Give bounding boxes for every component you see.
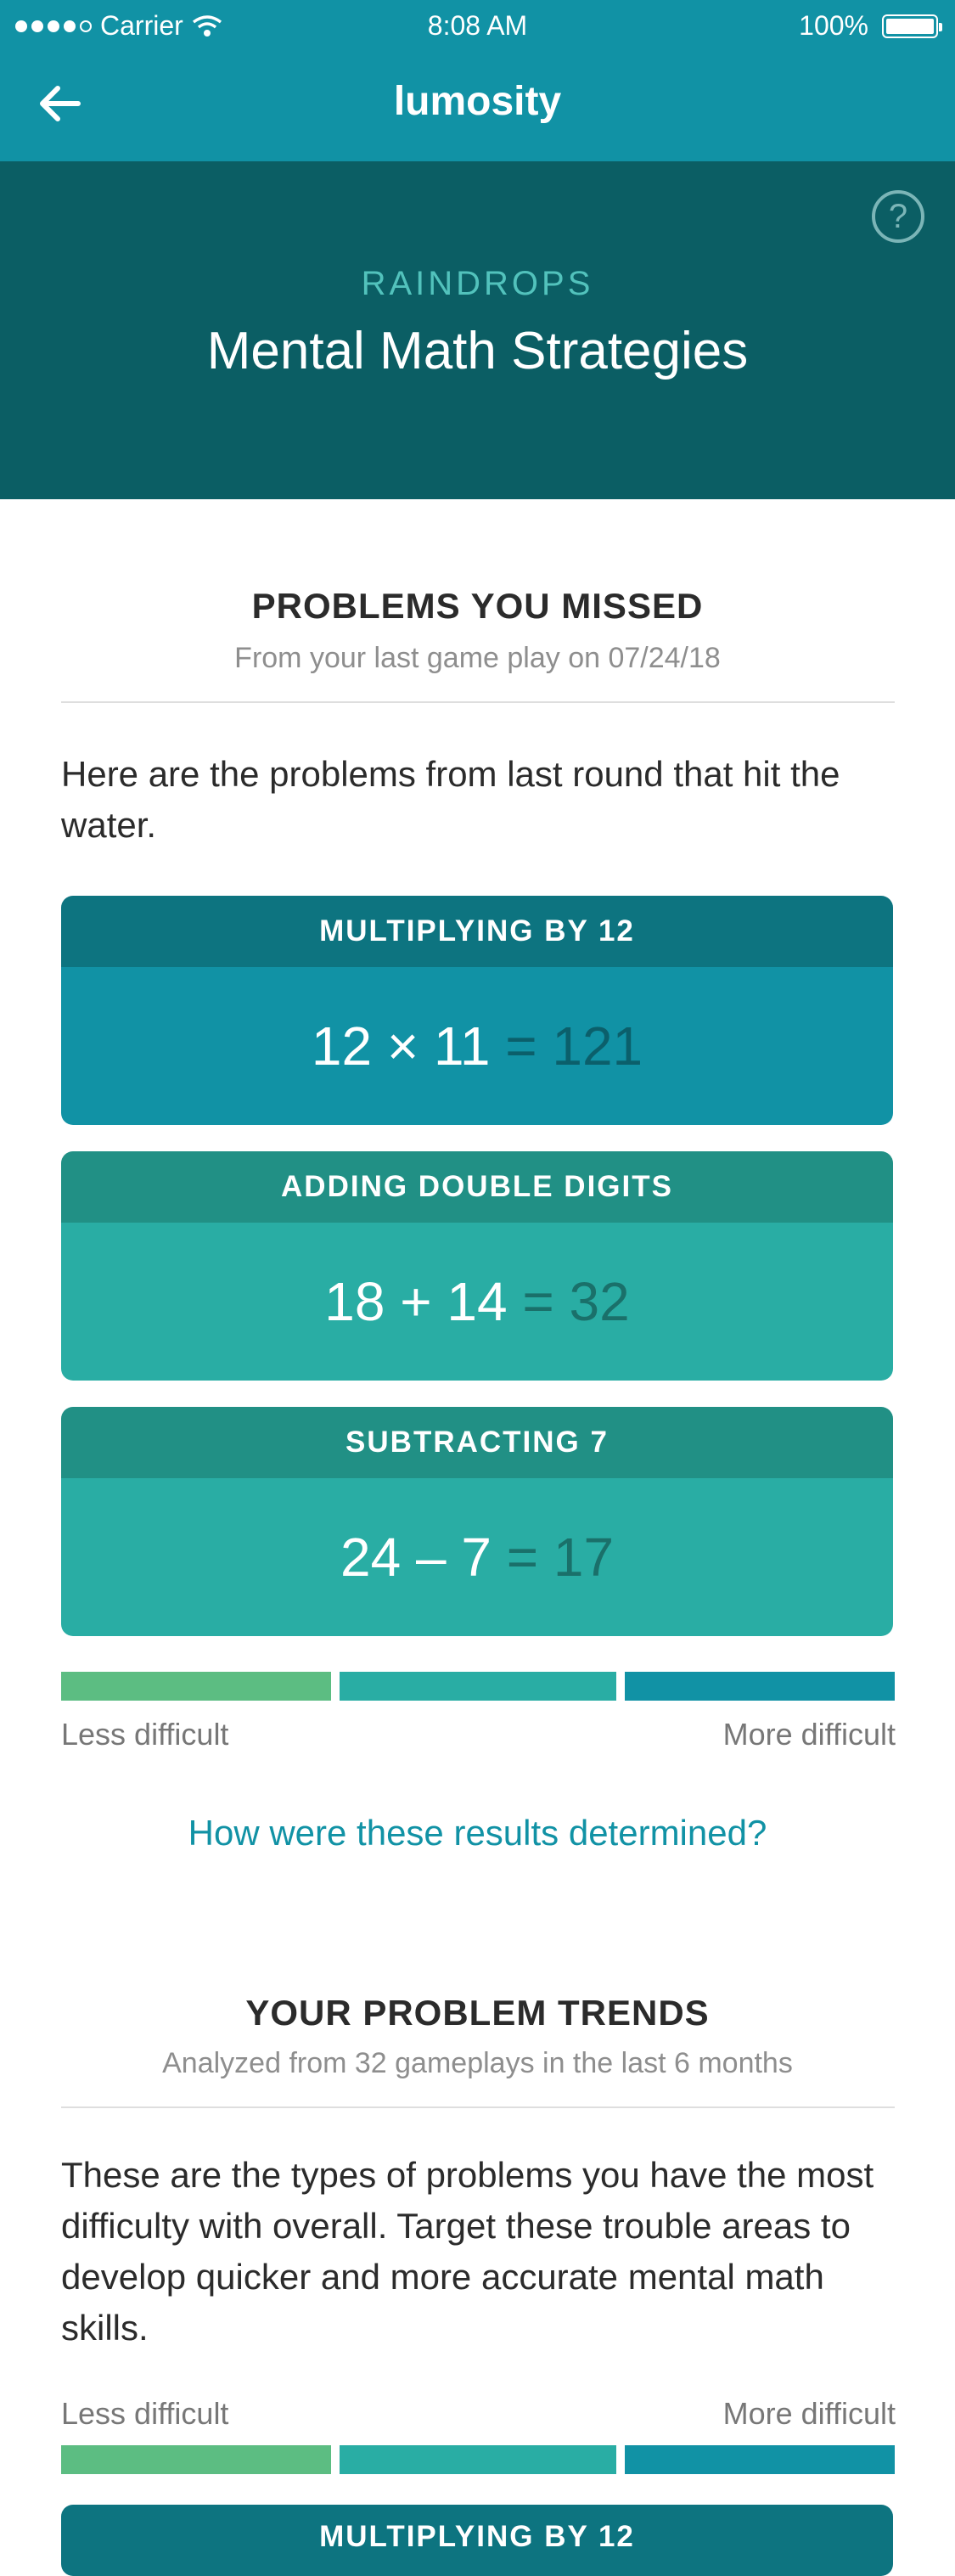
problem-answer: 17	[553, 1527, 615, 1588]
trends-section-subtitle: Analyzed from 32 gameplays in the last 6…	[162, 2047, 793, 2079]
more-difficult-label: More difficult	[722, 1717, 896, 1752]
trend-category: MULTIPLYING BY 12	[61, 2505, 893, 2576]
missed-description: Here are the problems from last round th…	[61, 754, 840, 845]
top-bar: Carrier 8:08 AM 100% lumosity	[0, 0, 955, 161]
difficulty-bar-more	[625, 2445, 895, 2474]
section-divider	[61, 701, 895, 703]
problem-category: MULTIPLYING BY 12	[61, 896, 893, 967]
help-icon[interactable]: ?	[872, 190, 924, 243]
problem-category: ADDING DOUBLE DIGITS	[61, 1151, 893, 1223]
difficulty-scale	[61, 1672, 895, 1701]
trend-card: MULTIPLYING BY 12	[61, 2505, 893, 2576]
game-header: ? RAINDROPS Mental Math Strategies	[0, 161, 955, 499]
less-difficult-label: Less difficult	[61, 2396, 229, 2431]
battery-label: 100%	[799, 10, 868, 41]
problem-equation: 18 + 14 = 32	[61, 1223, 893, 1381]
problem-answer: 32	[569, 1271, 630, 1332]
less-difficult-label: Less difficult	[61, 1717, 229, 1752]
trends-section-title: YOUR PROBLEM TRENDS	[245, 1993, 710, 2033]
problem-card: SUBTRACTING 7 24 – 7 = 17	[61, 1407, 893, 1636]
problem-expression: 24 – 7	[340, 1527, 492, 1588]
problem-expression: 18 + 14	[324, 1271, 508, 1332]
more-difficult-label: More difficult	[722, 2396, 896, 2431]
problem-equation: 24 – 7 = 17	[61, 1478, 893, 1636]
difficulty-bar-medium	[340, 2445, 616, 2474]
difficulty-bar-more	[625, 1672, 895, 1701]
page-title: Mental Math Strategies	[206, 322, 749, 380]
status-bar: Carrier 8:08 AM 100%	[0, 0, 955, 54]
app-logo-title: lumosity	[393, 79, 562, 124]
difficulty-bar-less	[61, 2445, 331, 2474]
difficulty-bar-medium	[340, 1672, 616, 1701]
results-explanation-link[interactable]: How were these results determined?	[0, 1813, 955, 1853]
battery-icon	[882, 14, 942, 38]
problem-answer: 121	[552, 1015, 643, 1077]
trends-description: These are the types of problems you have…	[61, 2155, 874, 2348]
difficulty-bar-less	[61, 1672, 331, 1701]
problem-expression: 12 × 11	[311, 1015, 491, 1077]
difficulty-scale	[61, 2445, 895, 2474]
problem-equation: 12 × 11 = 121	[61, 967, 893, 1125]
equals-sign: =	[505, 1015, 537, 1077]
problem-category: SUBTRACTING 7	[61, 1407, 893, 1478]
missed-section-title: PROBLEMS YOU MISSED	[251, 586, 704, 626]
section-divider	[61, 2106, 895, 2108]
status-right: 100%	[799, 10, 942, 42]
missed-section-subtitle: From your last game play on 07/24/18	[234, 642, 721, 674]
equals-sign: =	[506, 1527, 539, 1588]
equals-sign: =	[522, 1271, 554, 1332]
game-name: RAINDROPS	[361, 265, 594, 302]
problem-card: ADDING DOUBLE DIGITS 18 + 14 = 32	[61, 1151, 893, 1381]
problem-card: MULTIPLYING BY 12 12 × 11 = 121	[61, 896, 893, 1125]
